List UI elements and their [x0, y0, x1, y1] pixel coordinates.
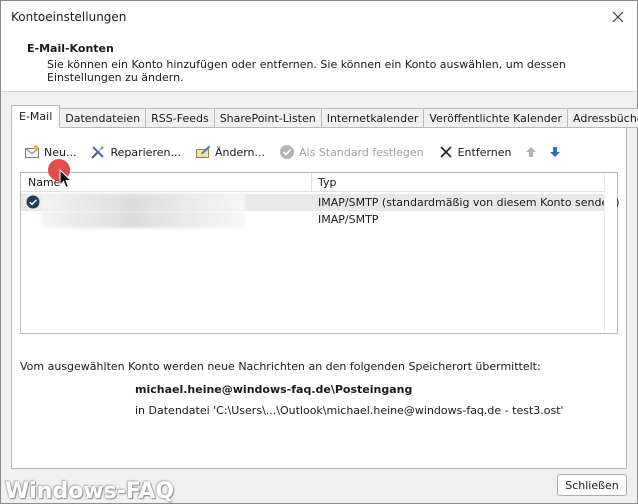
repair-account-button[interactable]: Reparieren... — [86, 142, 185, 162]
close-dialog-button[interactable]: Schließen — [557, 474, 627, 496]
email-tab-panel: Neu... Reparieren... Ändern... Als Stand… — [11, 127, 627, 469]
remove-x-icon — [438, 144, 454, 160]
move-down-button[interactable] — [546, 143, 564, 161]
change-account-button[interactable]: Ändern... — [191, 142, 269, 162]
repair-account-label: Reparieren... — [110, 145, 181, 159]
title-bar: Kontoeinstellungen — [1, 1, 637, 32]
remove-account-label: Entfernen — [457, 145, 512, 159]
column-header-type[interactable]: Typ — [312, 173, 604, 192]
tab-veroeffentlichte-kalender[interactable]: Veröffentlichte Kalender — [424, 108, 568, 128]
tools-icon — [90, 144, 106, 160]
account-row[interactable]: IMAP/SMTP (standardmäßig von diesem Kont… — [21, 194, 620, 211]
mouse-pointer-icon — [59, 169, 73, 189]
account-row[interactable]: IMAP/SMTP — [21, 211, 604, 228]
edit-mail-icon — [195, 144, 211, 160]
account-name-redacted — [41, 211, 245, 228]
new-account-button[interactable]: Neu... — [20, 142, 80, 162]
tab-internetkalender[interactable]: Internetkalender — [321, 108, 425, 128]
window-title: Kontoeinstellungen — [11, 10, 127, 24]
header-title: E-Mail-Konten — [27, 42, 114, 55]
account-name-redacted — [41, 194, 245, 211]
tab-rss-feeds[interactable]: RSS-Feeds — [146, 108, 215, 128]
header-panel: E-Mail-Konten Sie können ein Konto hinzu… — [1, 32, 637, 92]
move-up-button[interactable] — [522, 143, 540, 161]
header-description: Sie können ein Konto hinzufügen oder ent… — [47, 58, 566, 84]
tab-sharepoint-listen[interactable]: SharePoint-Listen — [214, 108, 322, 128]
account-type: IMAP/SMTP (standardmäßig von diesem Kont… — [318, 196, 620, 209]
dialog-window: Kontoeinstellungen E-Mail-Konten Sie kön… — [0, 0, 638, 504]
delivery-datafile-text: in Datendatei 'C:\Users\...\Outlook\mich… — [135, 404, 564, 417]
list-header: Name Typ — [21, 173, 604, 192]
new-mail-icon — [24, 144, 40, 160]
tab-email[interactable]: E-Mail — [11, 105, 61, 128]
arrow-down-icon — [549, 147, 560, 157]
list-scroll-area — [604, 173, 617, 333]
account-list[interactable]: Name Typ IMAP/SMTP (standardmäßig von di… — [20, 172, 620, 334]
account-type: IMAP/SMTP — [318, 213, 379, 226]
new-account-label: Neu... — [44, 145, 77, 159]
tab-datendateien[interactable]: Datendateien — [60, 108, 147, 128]
window-close-button[interactable] — [607, 6, 629, 28]
change-account-label: Ändern... — [214, 145, 266, 159]
remove-account-button[interactable]: Entfernen — [434, 142, 516, 162]
tab-strip: E-Mail Datendateien RSS-Feeds SharePoint… — [11, 105, 638, 128]
delivery-info-text: Vom ausgewählten Konto werden neue Nachr… — [20, 360, 541, 373]
default-account-check-icon — [26, 195, 40, 209]
delivery-folder-path: michael.heine@windows-faq.de\Posteingang — [135, 383, 413, 396]
watermark-logo: Windows-FAQ — [5, 479, 175, 504]
close-icon — [612, 11, 624, 23]
set-default-button[interactable]: Als Standard festlegen — [275, 142, 428, 162]
tab-adressbuecher[interactable]: Adressbücher — [568, 108, 638, 128]
account-toolbar: Neu... Reparieren... Ändern... Als Stand… — [20, 142, 570, 162]
check-circle-icon — [279, 144, 295, 160]
set-default-label: Als Standard festlegen — [299, 145, 424, 159]
arrow-up-icon — [525, 147, 536, 157]
